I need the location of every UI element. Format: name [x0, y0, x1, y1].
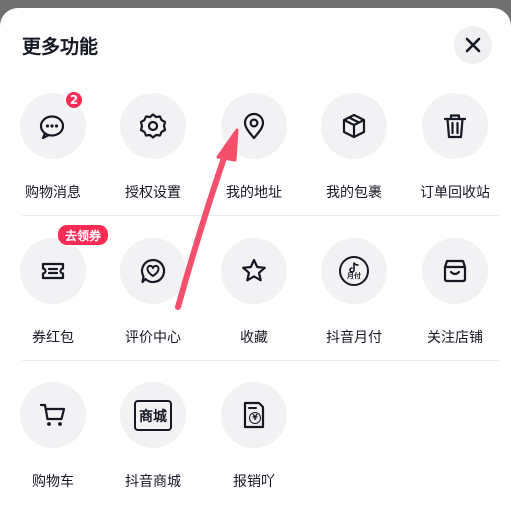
package-box-icon-holder	[321, 93, 387, 159]
menu-item-reimbursement[interactable]: ¥ 报销吖	[209, 382, 299, 492]
mall-icon: 商城	[134, 399, 172, 431]
package-box-icon	[342, 113, 366, 139]
menu-item-label: 收藏	[240, 330, 268, 346]
gear-icon-holder	[120, 93, 186, 159]
monthly-pay-icon-text: 月付	[347, 272, 361, 280]
menu-item-label: 我的地址	[226, 185, 282, 201]
menu-item-order-recycle-bin[interactable]: 订单回收站	[410, 93, 500, 203]
mall-icon-holder: 商城	[120, 382, 186, 448]
yen-symbol: ¥	[249, 412, 261, 424]
shopping-cart-icon	[39, 403, 66, 426]
storefront-icon-holder	[422, 238, 488, 304]
menu-item-label: 购物车	[32, 474, 74, 490]
location-pin-icon-holder	[221, 93, 287, 159]
heart-bubble-icon	[140, 258, 166, 284]
menu-item-label: 订单回收站	[420, 185, 490, 201]
coupon-icon-holder	[20, 238, 86, 304]
panel-title: 更多功能	[22, 36, 99, 58]
star-icon	[242, 258, 266, 282]
trash-bin-icon-holder	[422, 93, 488, 159]
shopping-cart-icon-holder	[20, 382, 86, 448]
chat-bubbles-icon	[39, 115, 65, 140]
menu-item-followed-stores[interactable]: 关注店铺	[410, 238, 500, 348]
star-icon-holder	[221, 238, 287, 304]
menu-item-coupons[interactable]: 去领券 券红包	[8, 224, 110, 348]
close-icon	[465, 37, 481, 53]
menu-item-label: 评价中心	[125, 330, 181, 346]
menu-item-douyin-mall[interactable]: 商城 抖音商城	[108, 382, 198, 492]
menu-item-my-packages[interactable]: 我的包裹	[309, 93, 399, 203]
douyin-monthly-pay-icon: 月付	[339, 256, 369, 286]
menu-item-my-address[interactable]: 我的地址	[209, 93, 299, 203]
menu-item-douyin-monthly-pay[interactable]: 月付 抖音月付	[309, 238, 399, 348]
receipt-yen-icon: ¥	[242, 400, 266, 430]
coupon-icon	[41, 262, 65, 280]
trash-bin-icon	[443, 114, 467, 139]
menu-item-favorites[interactable]: 收藏	[209, 238, 299, 348]
douyin-monthly-pay-icon-holder: 月付	[321, 238, 387, 304]
menu-item-label: 关注店铺	[427, 330, 483, 346]
menu-item-label: 券红包	[32, 330, 74, 346]
gear-icon	[139, 113, 167, 139]
menu-item-label: 抖音月付	[326, 330, 382, 346]
menu-item-review-center[interactable]: 评价中心	[108, 238, 198, 348]
close-button[interactable]	[454, 26, 492, 64]
menu-item-label: 授权设置	[125, 185, 181, 201]
menu-item-shopping-cart[interactable]: 购物车	[8, 382, 98, 492]
menu-item-label: 购物消息	[25, 185, 81, 201]
location-pin-icon	[243, 112, 265, 140]
menu-item-label: 抖音商城	[125, 474, 181, 490]
receipt-yen-icon-holder: ¥	[221, 382, 287, 448]
storefront-icon	[443, 259, 467, 283]
row-divider	[22, 360, 499, 361]
mall-icon-text: 商城	[139, 408, 167, 425]
menu-item-label: 报销吖	[233, 474, 275, 490]
notification-badge: 2	[64, 90, 84, 110]
more-functions-panel: 更多功能 2 购物消息 授权设置 我的地址 我的包裹 订单回收站 去领券 券红包…	[0, 8, 511, 528]
menu-item-shopping-messages[interactable]: 2 购物消息	[8, 90, 98, 203]
menu-item-label: 我的包裹	[326, 185, 382, 201]
get-coupon-badge: 去领券	[57, 224, 110, 246]
row-divider	[22, 215, 499, 216]
menu-item-authorization-settings[interactable]: 授权设置	[108, 93, 198, 203]
heart-bubble-icon-holder	[120, 238, 186, 304]
